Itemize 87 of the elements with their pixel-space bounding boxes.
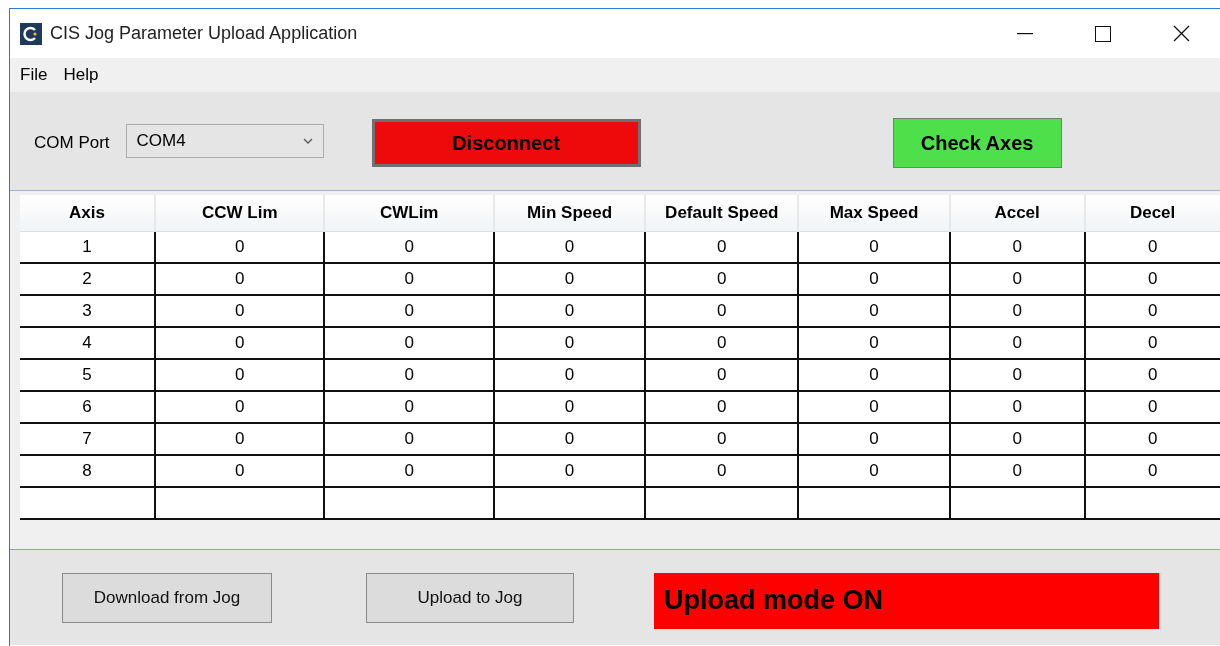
table-cell: 0	[1012, 333, 1022, 353]
table-cell: 0	[564, 269, 575, 289]
table-cell: 0	[1012, 365, 1022, 385]
table-cell: 0	[717, 301, 727, 321]
window-title: CIS Jog Parameter Upload Application	[50, 23, 359, 44]
table-cell: 0	[404, 301, 414, 321]
disconnect-button[interactable]: Disconnect	[371, 119, 641, 167]
table-cell: 0	[404, 333, 414, 353]
table-cell: 0	[869, 461, 879, 481]
com-port-label: COM Port	[34, 133, 110, 153]
table-cell: 0	[564, 301, 575, 321]
table-cell: 7	[82, 429, 92, 449]
column-header[interactable]: Default Speed	[645, 195, 799, 232]
table-cell: 5	[82, 365, 92, 385]
table-cell: 0	[869, 237, 879, 257]
com-port-dropdown[interactable]: COM4	[125, 124, 324, 158]
table-cell: 0	[235, 461, 245, 481]
table-cell: 0	[235, 301, 245, 321]
table-cell: 0	[564, 237, 575, 257]
table-cell: 0	[404, 269, 414, 289]
table-cell: 0	[1147, 461, 1158, 481]
menu-item[interactable]: File	[20, 63, 48, 87]
table-cell: 0	[564, 397, 575, 417]
table-cell: 0	[869, 397, 879, 417]
table-cell: 0	[404, 365, 414, 385]
minimize-icon[interactable]	[1017, 32, 1033, 35]
table-cell: 0	[1147, 397, 1158, 417]
table-cell: 0	[235, 333, 245, 353]
column-header[interactable]: Accel	[949, 195, 1085, 232]
table-cell: 0	[564, 429, 575, 449]
table-cell: 0	[869, 269, 879, 289]
column-header[interactable]: Min Speed	[493, 195, 646, 232]
table-cell: 0	[717, 461, 727, 481]
table-cell: 0	[404, 397, 414, 417]
table-cell: 0	[717, 365, 727, 385]
table-cell: 0	[1012, 429, 1022, 449]
table-cell: 0	[235, 429, 245, 449]
table-cell: 0	[1012, 237, 1022, 257]
table-cell: 0	[404, 237, 414, 257]
table-cell: 0	[235, 397, 245, 417]
table-cell: 3	[82, 301, 92, 321]
table-cell: 4	[82, 333, 92, 353]
column-header[interactable]: Decel	[1084, 195, 1220, 232]
table-cell: 0	[1147, 429, 1158, 449]
table-cell: 0	[1012, 301, 1022, 321]
check-axes-button[interactable]: Check Axes	[892, 118, 1062, 168]
table-cell: 0	[1012, 461, 1022, 481]
footer-button[interactable]: Download from Jog	[62, 572, 272, 623]
column-header[interactable]: CCW Lim	[155, 195, 325, 232]
close-icon[interactable]	[1172, 25, 1190, 42]
table-cell: 0	[717, 397, 727, 417]
table-cell: 0	[1147, 269, 1158, 289]
table-cell: 0	[1012, 397, 1022, 417]
table-cell: 6	[82, 397, 92, 417]
table-cell: 0	[869, 333, 879, 353]
table-cell: 0	[235, 269, 245, 289]
footer-button[interactable]: Upload to Jog	[366, 572, 574, 623]
table-cell: 0	[564, 461, 575, 481]
table-cell: 0	[235, 237, 245, 257]
table-cell: 8	[82, 461, 92, 481]
status-banner: Upload mode ON	[654, 572, 1159, 629]
table-cell: 0	[717, 429, 727, 449]
column-header[interactable]: CWLim	[324, 195, 494, 232]
menu-item[interactable]: Help	[63, 63, 99, 87]
table-cell: 0	[404, 429, 414, 449]
table-cell: 0	[869, 301, 879, 321]
table-cell: 0	[1147, 365, 1158, 385]
column-header[interactable]: Axis	[20, 195, 155, 232]
table-cell: 0	[869, 429, 879, 449]
table-cell: 1	[82, 237, 92, 257]
table-cell: 0	[1147, 237, 1158, 257]
table-cell: 0	[1147, 333, 1158, 353]
table-cell: 0	[564, 333, 575, 353]
app-logo-icon	[20, 22, 42, 45]
table-cell: 0	[1147, 301, 1158, 321]
maximize-icon[interactable]	[1095, 25, 1111, 42]
table-cell: 0	[717, 237, 727, 257]
table-cell: 0	[235, 365, 245, 385]
table-cell: 0	[564, 365, 575, 385]
table-cell: 2	[82, 269, 92, 289]
table-cell: 0	[404, 461, 414, 481]
table-cell: 0	[717, 269, 727, 289]
table-cell: 0	[1012, 269, 1022, 289]
column-header[interactable]: Max Speed	[798, 195, 950, 232]
chevron-down-icon	[302, 138, 313, 144]
table-cell: 0	[869, 365, 879, 385]
table-cell: 0	[717, 333, 727, 353]
